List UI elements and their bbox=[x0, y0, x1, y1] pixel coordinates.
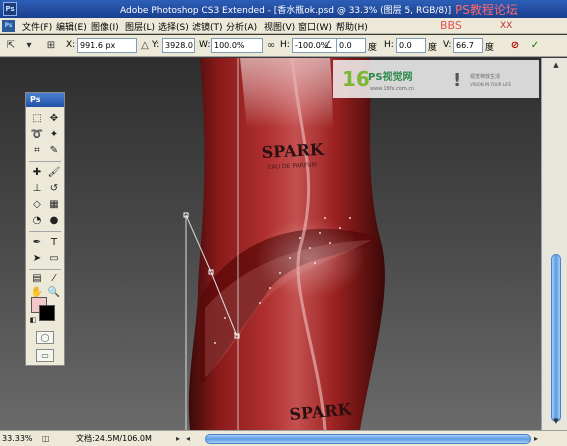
crop-tool-icon[interactable]: ⌗ bbox=[29, 143, 45, 158]
rectangle-tool-icon[interactable]: ▭ bbox=[46, 251, 62, 266]
eyedropper-tool-icon[interactable]: ⁄ bbox=[46, 271, 62, 286]
ps-logo-icon[interactable]: Ps bbox=[2, 20, 15, 32]
horizontal-scroll-thumb[interactable] bbox=[205, 434, 531, 444]
healing-brush-tool-icon[interactable]: ✚ bbox=[29, 165, 45, 180]
menu-bar: Ps 文件(F) 编辑(E) 图像(I) 图层(L) 选择(S) 滤镜(T) 分… bbox=[0, 18, 567, 34]
y-label: Y: bbox=[152, 40, 160, 50]
brush-tool-icon[interactable]: 🖌 bbox=[46, 165, 62, 180]
document-size: 文档:24.5M/106.0M bbox=[76, 434, 152, 443]
logo-divider: ! bbox=[453, 70, 461, 91]
tools-separator bbox=[29, 269, 61, 270]
brand-text: SPARK bbox=[261, 140, 325, 162]
tools-panel: Ps ⬚ ✥ ➰ ✦ ⌗ ✎ ✚ 🖌 ⊥ ↺ ◇ ▦ ◔ ● ✒ T ➤ ▭ ▤… bbox=[25, 92, 65, 366]
hskew-label: H: bbox=[384, 40, 394, 50]
logo-tag-en: VISION IN YOUR LIFE bbox=[470, 82, 512, 87]
menu-help[interactable]: 帮助(H) bbox=[336, 20, 368, 33]
zoom-tool-icon[interactable]: 🔍 bbox=[46, 285, 62, 300]
clone-stamp-tool-icon[interactable]: ⊥ bbox=[29, 181, 45, 196]
vertical-scrollbar[interactable]: ▲ ▼ bbox=[541, 58, 567, 430]
bottle-highlight bbox=[240, 58, 338, 198]
window-title: Adobe Photoshop CS3 Extended - [香水瓶ok.ps… bbox=[120, 6, 452, 16]
photoshop-app-icon[interactable]: Ps bbox=[3, 2, 17, 16]
blur-tool-icon[interactable]: ◔ bbox=[29, 213, 45, 228]
x-label: X: bbox=[66, 40, 76, 50]
angle-icon: ∠ bbox=[323, 40, 333, 51]
logo-url: www.16fx.com.cn bbox=[370, 86, 414, 92]
document-canvas[interactable]: SPARK EAU DE PARFUM SPARK 16 PS视觉网 www.1… bbox=[0, 58, 541, 430]
menu-view[interactable]: 视图(V) bbox=[264, 20, 295, 33]
options-bar: ⇱ ▾ ⊞ X: 991.6 px △ Y: 3928.0 px W: 100.… bbox=[0, 35, 567, 57]
x-input[interactable]: 991.6 px bbox=[77, 38, 137, 53]
logo-number: 16 bbox=[342, 67, 370, 91]
vertical-scroll-thumb[interactable] bbox=[551, 254, 561, 422]
scroll-right-icon[interactable]: ▸ bbox=[534, 433, 538, 445]
logo-tag: 视觉特效生活 bbox=[470, 73, 500, 80]
link-icon[interactable]: ∞ bbox=[264, 39, 278, 53]
pen-tool-icon[interactable]: ✒ bbox=[29, 235, 45, 250]
background-color-swatch[interactable] bbox=[39, 305, 55, 321]
transform-tool-icon[interactable]: ⇱ bbox=[4, 39, 18, 53]
slice-tool-icon[interactable]: ✎ bbox=[46, 143, 62, 158]
scroll-left-icon[interactable]: ◂ bbox=[186, 433, 190, 445]
watermark-url: XX bbox=[500, 21, 513, 31]
menu-window[interactable]: 窗口(W) bbox=[298, 20, 332, 33]
menu-select[interactable]: 选择(S) bbox=[158, 20, 189, 33]
w-label: W: bbox=[199, 40, 211, 50]
reference-point-icon[interactable]: ⊞ bbox=[44, 39, 58, 53]
menu-layer[interactable]: 图层(L) bbox=[125, 20, 155, 33]
gradient-tool-icon[interactable]: ▦ bbox=[46, 197, 62, 212]
watermark-bbs: BBS bbox=[440, 19, 462, 32]
deg-label-1: 度 bbox=[368, 43, 378, 53]
angle-input[interactable]: 0.0 bbox=[336, 38, 366, 53]
history-brush-tool-icon[interactable]: ↺ bbox=[46, 181, 62, 196]
vskew-label: V: bbox=[443, 40, 452, 50]
marquee-tool-icon[interactable]: ⬚ bbox=[29, 111, 45, 126]
tools-header[interactable]: Ps bbox=[26, 93, 64, 107]
quick-mask-icon[interactable]: ◯ bbox=[36, 331, 54, 344]
tools-separator bbox=[29, 231, 61, 232]
menu-filter[interactable]: 滤镜(T) bbox=[192, 20, 223, 33]
vskew-input[interactable]: 66.7 bbox=[453, 38, 483, 53]
notes-tool-icon[interactable]: ▤ bbox=[29, 271, 45, 286]
commit-transform-icon[interactable]: ✓ bbox=[528, 39, 542, 53]
w-input[interactable]: 100.0% bbox=[211, 38, 263, 53]
default-colors-icon[interactable]: ◧ bbox=[28, 313, 38, 328]
path-selection-tool-icon[interactable]: ➤ bbox=[29, 251, 45, 266]
scroll-down-icon[interactable]: ▼ bbox=[551, 416, 561, 426]
type-tool-icon[interactable]: T bbox=[46, 235, 62, 250]
menu-file[interactable]: 文件(F) bbox=[22, 20, 52, 33]
cancel-transform-icon[interactable]: ⊘ bbox=[508, 39, 522, 53]
dropdown-arrow-icon[interactable]: ▾ bbox=[22, 39, 36, 53]
dodge-tool-icon[interactable]: ● bbox=[46, 213, 62, 228]
watermark-text: PS教程论坛 bbox=[455, 3, 518, 17]
title-bar: Ps Adobe Photoshop CS3 Extended - [香水瓶ok… bbox=[0, 0, 567, 18]
status-bar: 33.33% ◫ 文档:24.5M/106.0M ▸ ◂ ▸ bbox=[0, 430, 567, 446]
menu-analysis[interactable]: 分析(A) bbox=[226, 20, 257, 33]
canvas-artwork: SPARK EAU DE PARFUM SPARK 16 PS视觉网 www.1… bbox=[183, 58, 539, 430]
magic-wand-tool-icon[interactable]: ✦ bbox=[46, 127, 62, 142]
menu-image[interactable]: 图像(I) bbox=[91, 20, 119, 33]
h-label: H: bbox=[280, 40, 290, 50]
zoom-level[interactable]: 33.33% bbox=[2, 433, 38, 445]
deg-label-3: 度 bbox=[485, 43, 495, 53]
lasso-tool-icon[interactable]: ➰ bbox=[29, 127, 45, 142]
scroll-up-icon[interactable]: ▲ bbox=[551, 60, 561, 70]
menu-edit[interactable]: 编辑(E) bbox=[56, 20, 87, 33]
logo-text: PS视觉网 bbox=[368, 70, 413, 83]
info-icon[interactable]: ◫ bbox=[42, 433, 50, 445]
tools-separator bbox=[29, 161, 61, 162]
screen-mode-icon[interactable]: ▭ bbox=[36, 349, 54, 362]
status-menu-icon[interactable]: ▸ bbox=[176, 433, 180, 445]
hskew-input[interactable]: 0.0 bbox=[396, 38, 426, 53]
sparkle-glow bbox=[255, 218, 365, 298]
delta-icon[interactable]: △ bbox=[138, 39, 152, 53]
y-input[interactable]: 3928.0 px bbox=[162, 38, 195, 53]
deg-label-2: 度 bbox=[428, 43, 438, 53]
move-tool-icon[interactable]: ✥ bbox=[46, 111, 62, 126]
eraser-tool-icon[interactable]: ◇ bbox=[29, 197, 45, 212]
